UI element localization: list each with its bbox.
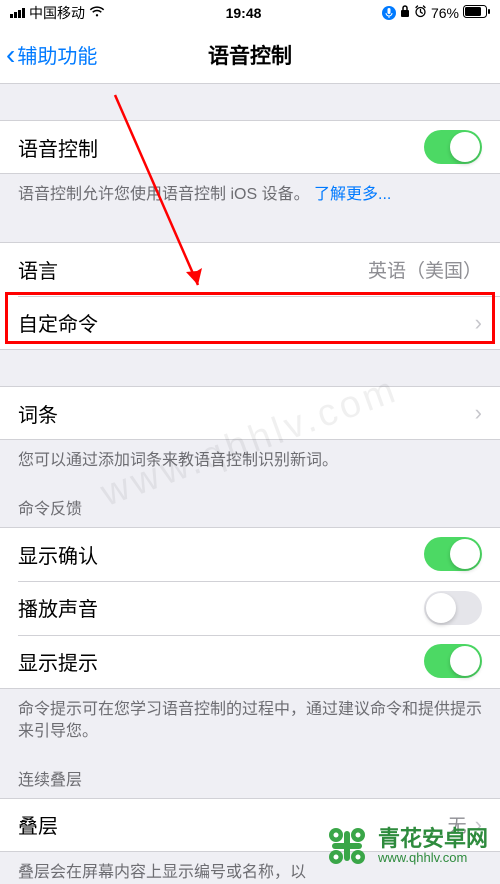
overlay-value: 无: [448, 811, 467, 838]
learn-more-link[interactable]: 了解更多...: [314, 186, 391, 203]
chevron-right-icon: ›: [475, 400, 482, 426]
show-hints-toggle[interactable]: [424, 644, 482, 678]
cell-play-sound: 播放声音: [0, 581, 500, 635]
custom-commands-label: 自定命令: [18, 308, 98, 337]
play-sound-toggle[interactable]: [424, 591, 482, 625]
language-label: 语言: [18, 255, 58, 284]
status-right: 76%: [382, 5, 490, 21]
hints-footer: 命令提示可在您学习语音控制的过程中，通过建议命令和提供提示来引导您。: [0, 689, 500, 744]
group-overlay: 叠层 无 ›: [0, 798, 500, 852]
battery-pct: 76%: [431, 5, 459, 21]
lock-icon: [400, 5, 410, 21]
alarm-icon: [414, 5, 427, 21]
signal-icon: [10, 8, 25, 18]
group-voice-control: 语音控制: [0, 120, 500, 174]
status-left: 中国移动: [10, 3, 105, 23]
cell-language[interactable]: 语言 英语（美国）: [0, 242, 500, 296]
show-confirm-label: 显示确认: [18, 540, 98, 569]
voice-control-footer: 语音控制允许您使用语音控制 iOS 设备。 了解更多...: [0, 174, 500, 206]
group-vocabulary: 词条 ›: [0, 386, 500, 440]
carrier-label: 中国移动: [29, 3, 85, 23]
cell-show-hints: 显示提示: [0, 635, 500, 689]
cell-show-confirm: 显示确认: [0, 527, 500, 581]
voice-control-label: 语音控制: [18, 133, 98, 162]
status-bar: 中国移动 19:48 76%: [0, 0, 500, 26]
group-lang-cmd: 语言 英语（美国） 自定命令 ›: [0, 242, 500, 350]
back-label: 辅助功能: [17, 40, 97, 69]
page-title: 语音控制: [208, 40, 292, 70]
chevron-left-icon: ‹: [6, 41, 15, 69]
voice-control-toggle[interactable]: [424, 130, 482, 164]
show-confirm-toggle[interactable]: [424, 537, 482, 571]
overlay-header: 连续叠层: [0, 744, 500, 798]
chevron-right-icon: ›: [475, 812, 482, 838]
voice-control-footer-text: 语音控制允许您使用语音控制 iOS 设备。: [18, 186, 310, 203]
cell-overlay[interactable]: 叠层 无 ›: [0, 798, 500, 852]
cell-custom-commands[interactable]: 自定命令 ›: [0, 296, 500, 350]
feedback-header: 命令反馈: [0, 473, 500, 527]
show-hints-label: 显示提示: [18, 647, 98, 676]
overlay-footer: 叠层会在屏幕内容上显示编号或名称，以: [0, 852, 500, 884]
cell-voice-control: 语音控制: [0, 120, 500, 174]
status-time: 19:48: [226, 5, 262, 21]
overlay-label: 叠层: [18, 810, 58, 839]
nav-bar: ‹ 辅助功能 语音控制: [0, 26, 500, 84]
chevron-right-icon: ›: [475, 310, 482, 336]
wifi-icon: [89, 5, 105, 21]
group-feedback: 显示确认 播放声音 显示提示: [0, 527, 500, 689]
vocabulary-footer: 您可以通过添加词条来教语音控制识别新词。: [0, 440, 500, 472]
battery-icon: [463, 5, 490, 21]
back-button[interactable]: ‹ 辅助功能: [0, 40, 97, 69]
voice-indicator-icon: [382, 6, 396, 20]
cell-vocabulary[interactable]: 词条 ›: [0, 386, 500, 440]
vocabulary-label: 词条: [18, 399, 58, 428]
play-sound-label: 播放声音: [18, 593, 98, 622]
language-value: 英语（美国）: [368, 256, 482, 283]
